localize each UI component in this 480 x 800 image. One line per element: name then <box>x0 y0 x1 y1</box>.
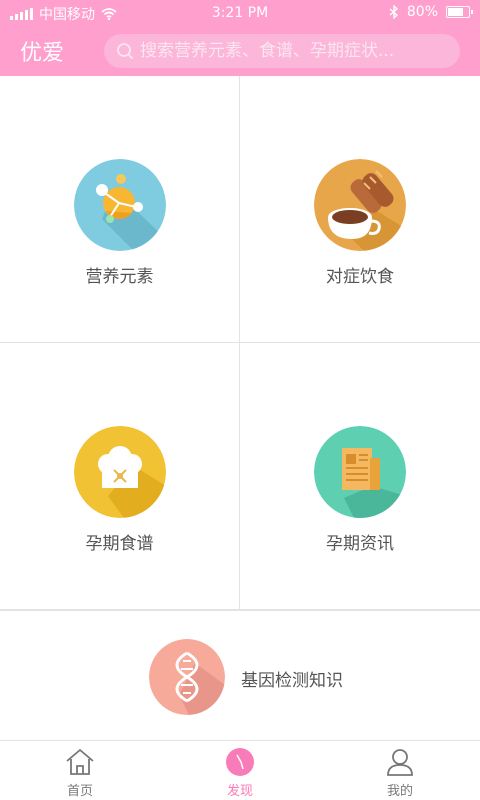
profile-icon <box>387 749 413 776</box>
category-symptom-diet[interactable]: 对症饮食 <box>240 76 480 343</box>
discover-icon <box>226 748 254 776</box>
tab-discover[interactable]: 发现 <box>160 742 320 800</box>
search-bar[interactable] <box>104 34 460 68</box>
category-recipes[interactable]: 孕期食谱 <box>0 343 240 610</box>
home-icon <box>66 748 94 775</box>
category-label: 营养元素 <box>85 267 154 287</box>
status-bar: 中国移动 3:21 PM 80% <box>0 0 480 26</box>
tab-profile[interactable]: 我的 <box>320 742 480 800</box>
category-news[interactable]: 孕期资讯 <box>240 343 480 610</box>
battery-icon <box>446 6 473 18</box>
gene-knowledge-label: 基因检测知识 <box>241 671 343 691</box>
dna-icon <box>149 639 225 715</box>
battery-fill <box>448 8 463 16</box>
category-label: 孕期资讯 <box>326 534 394 554</box>
bottom-tab-bar: 首页 发现 我的 <box>0 742 480 800</box>
category-label: 对症饮食 <box>326 267 394 287</box>
nutrition-molecule-icon <box>74 159 166 251</box>
bread-coffee-icon <box>314 159 406 251</box>
tab-label: 发现 <box>226 784 253 799</box>
newspaper-icon <box>314 426 406 518</box>
category-grid: 营养元素 对症饮食 孕期食谱 孕期资讯 <box>0 76 480 610</box>
battery-percent: 80% <box>406 4 438 20</box>
status-right: 80% <box>389 4 473 20</box>
bluetooth-icon <box>389 5 398 19</box>
chef-hat-icon <box>74 426 166 518</box>
category-label: 孕期食谱 <box>85 534 154 554</box>
app-header: 优爱 <box>0 26 480 76</box>
app-title: 优爱 <box>20 41 65 66</box>
tab-label: 首页 <box>66 784 93 799</box>
tab-home[interactable]: 首页 <box>0 742 160 800</box>
search-input[interactable] <box>140 41 440 61</box>
tab-label: 我的 <box>386 784 413 799</box>
gene-knowledge-item[interactable]: 基因检测知识 <box>0 610 480 741</box>
search-icon <box>117 43 134 60</box>
category-nutrition[interactable]: 营养元素 <box>0 76 240 343</box>
